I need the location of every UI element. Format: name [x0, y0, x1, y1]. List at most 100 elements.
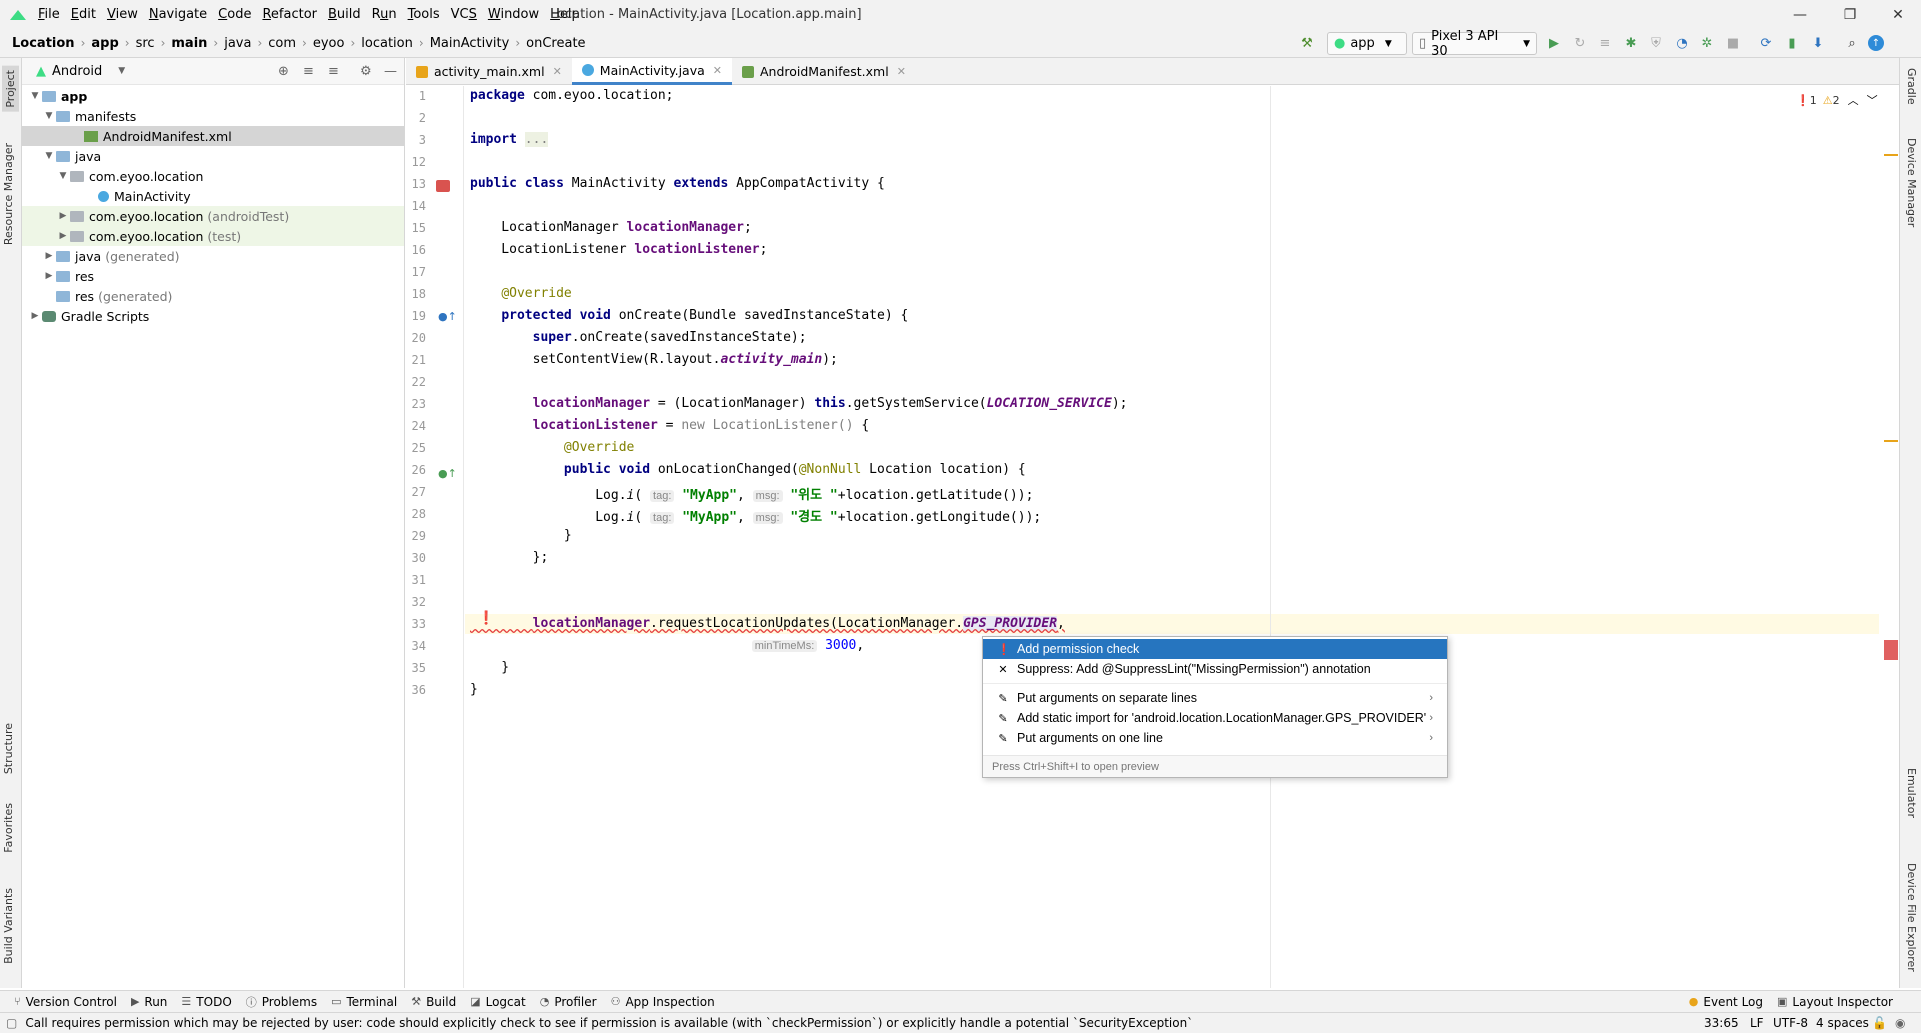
line-number[interactable]: 25 — [406, 441, 426, 455]
error-stripe-mark[interactable] — [1884, 640, 1898, 660]
line-number[interactable]: 32 — [406, 595, 426, 609]
rerun-icon[interactable]: ↻ — [1570, 33, 1590, 53]
tree-item[interactable]: res (generated) — [22, 286, 404, 306]
line-number[interactable]: 14 — [406, 199, 426, 213]
tab-device-manager[interactable]: Device Manager — [1905, 138, 1918, 227]
file-encoding[interactable]: UTF-8 — [1773, 1016, 1808, 1030]
warning-stripe-mark[interactable] — [1884, 154, 1898, 156]
line-number[interactable]: 23 — [406, 397, 426, 411]
close-icon[interactable]: ✕ — [897, 65, 906, 78]
run-config-select[interactable]: ● app ▼ — [1327, 32, 1407, 55]
chevron-down-icon[interactable]: ▼ — [118, 66, 125, 76]
avd-manager-icon[interactable]: ▮ — [1782, 33, 1802, 53]
tree-item[interactable]: ▼ com.eyoo.location — [22, 166, 404, 186]
breadcrumb-item[interactable]: eyoo — [313, 36, 345, 51]
tool-window-logcat[interactable]: ◪ Logcat — [470, 994, 526, 1010]
status-toggle-icon[interactable]: ▢ — [6, 1016, 17, 1030]
breadcrumb-item[interactable]: location — [361, 36, 413, 51]
implement-method-icon[interactable]: ●↑ — [438, 467, 457, 480]
search-icon[interactable]: ⌕ — [1842, 33, 1862, 53]
code-line-35[interactable]: } — [470, 660, 509, 675]
breadcrumb-item[interactable]: com — [268, 36, 296, 51]
line-number[interactable]: 22 — [406, 375, 426, 389]
breadcrumb-item[interactable]: main — [171, 36, 207, 51]
line-number[interactable]: 29 — [406, 529, 426, 543]
tool-window-run[interactable]: ▶ Run — [131, 994, 167, 1010]
expand-all-icon[interactable]: ≡ — [303, 64, 314, 79]
line-number[interactable]: 15 — [406, 221, 426, 235]
code-line-27[interactable]: Log.i( tag: "MyApp", msg: "위도 "+location… — [470, 484, 1033, 503]
tree-item[interactable]: ▼ java — [22, 146, 404, 166]
tree-item[interactable]: ▶ com.eyoo.location (androidTest) — [22, 206, 404, 226]
sync-gradle-icon[interactable]: ⟳ — [1756, 33, 1776, 53]
tool-window-problems[interactable]: ⓘ Problems — [246, 994, 317, 1010]
code-line-33[interactable]: locationManager.requestLocationUpdates(L… — [470, 616, 1065, 631]
line-number[interactable]: 34 — [406, 639, 426, 653]
breadcrumb-item[interactable]: Location — [12, 36, 75, 51]
line-number[interactable]: 17 — [406, 265, 426, 279]
tool-window-event-log[interactable]: ● Event Log — [1689, 995, 1763, 1009]
tab-structure[interactable]: Structure — [2, 723, 15, 774]
line-number[interactable]: 28 — [406, 507, 426, 521]
intention-item[interactable]: ❗ Add permission check — [983, 639, 1447, 659]
build-hammer-icon[interactable]: ⚒ — [1297, 33, 1317, 53]
intention-item[interactable]: ✎ Add static import for 'android.location… — [983, 708, 1447, 728]
code-line-1[interactable]: package com.eyoo.location; — [470, 88, 674, 103]
close-icon[interactable]: ✕ — [553, 65, 562, 78]
sdk-manager-icon[interactable]: ⬇ — [1808, 33, 1828, 53]
code-line-36[interactable]: } — [470, 682, 478, 697]
apply-changes-icon[interactable]: ≡ — [1595, 33, 1615, 53]
menu-navigate[interactable]: Navigate — [149, 7, 207, 22]
intention-item[interactable]: ✕ Suppress: Add @SuppressLint("MissingPer… — [983, 659, 1447, 679]
tool-window-layout-inspector[interactable]: ▣ Layout Inspector — [1777, 995, 1893, 1009]
project-view-select[interactable]: Android — [52, 64, 102, 79]
device-select[interactable]: ▯ Pixel 3 API 30 ▼ — [1412, 29, 1537, 59]
tab-emulator[interactable]: Emulator — [1905, 768, 1918, 818]
collapse-all-icon[interactable]: ≡ — [328, 64, 339, 79]
code-line-19[interactable]: protected void onCreate(Bundle savedInst… — [470, 308, 908, 323]
menu-tools[interactable]: Tools — [408, 7, 440, 22]
line-separator[interactable]: LF — [1750, 1016, 1764, 1030]
menu-edit[interactable]: Edit — [71, 7, 96, 22]
menu-vcs[interactable]: VCS — [451, 7, 477, 22]
expanded-arrow-icon[interactable]: ▼ — [42, 111, 56, 121]
expanded-arrow-icon[interactable]: ▼ — [56, 171, 70, 181]
code-line-23[interactable]: locationManager = (LocationManager) this… — [470, 396, 1128, 411]
line-number[interactable]: 2 — [406, 111, 426, 125]
tree-item[interactable]: ▶ java (generated) — [22, 246, 404, 266]
tab-project[interactable]: Project — [2, 66, 19, 112]
expanded-arrow-icon[interactable]: ▼ — [42, 151, 56, 161]
tree-item[interactable]: ▼ manifests — [22, 106, 404, 126]
breadcrumb-item[interactable]: java — [224, 36, 251, 51]
line-number[interactable]: 33 — [406, 617, 426, 631]
override-method-icon[interactable]: ●↑ — [438, 310, 457, 323]
code-line-15[interactable]: LocationManager locationManager; — [470, 220, 751, 235]
maximize-button[interactable]: ❐ — [1827, 0, 1873, 29]
tree-item[interactable]: ▶ com.eyoo.location (test) — [22, 226, 404, 246]
line-number[interactable]: 13 — [406, 177, 426, 191]
tab-build-variants[interactable]: Build Variants — [2, 888, 15, 964]
code-line-26[interactable]: public void onLocationChanged(@NonNull L… — [470, 462, 1026, 477]
line-number[interactable]: 19 — [406, 309, 426, 323]
tab-device-file-explorer[interactable]: Device File Explorer — [1905, 863, 1918, 972]
breadcrumb-item[interactable]: MainActivity — [430, 36, 510, 51]
code-line-24[interactable]: locationListener = new LocationListener(… — [470, 418, 870, 433]
line-number[interactable]: 16 — [406, 243, 426, 257]
tool-window-build[interactable]: ⚒ Build — [411, 994, 456, 1010]
tab-gradle[interactable]: Gradle — [1905, 68, 1918, 105]
line-number[interactable]: 1 — [406, 89, 426, 103]
collapsed-arrow-icon[interactable]: ▶ — [42, 251, 56, 261]
inspection-widget[interactable]: ❗ 1 ⚠ 2 ︿ ﹀ — [1796, 92, 1878, 108]
chevron-up-icon[interactable]: ︿ — [1848, 92, 1859, 108]
collapsed-arrow-icon[interactable]: ▶ — [56, 211, 70, 221]
collapsed-arrow-icon[interactable]: ▶ — [56, 231, 70, 241]
indent-setting[interactable]: 4 spaces — [1816, 1016, 1869, 1030]
tab-activity-main-xml[interactable]: activity_main.xml ✕ — [406, 58, 572, 85]
tree-item[interactable]: ▶ res — [22, 266, 404, 286]
code-line-34[interactable]: minTimeMs: 3000, — [470, 638, 864, 653]
run-icon[interactable]: ▶ — [1544, 33, 1564, 53]
line-number[interactable]: 27 — [406, 485, 426, 499]
code-line-25[interactable]: @Override — [470, 440, 634, 455]
code-line-3[interactable]: import ... — [470, 132, 549, 147]
update-icon[interactable]: ↑ — [1868, 35, 1884, 51]
